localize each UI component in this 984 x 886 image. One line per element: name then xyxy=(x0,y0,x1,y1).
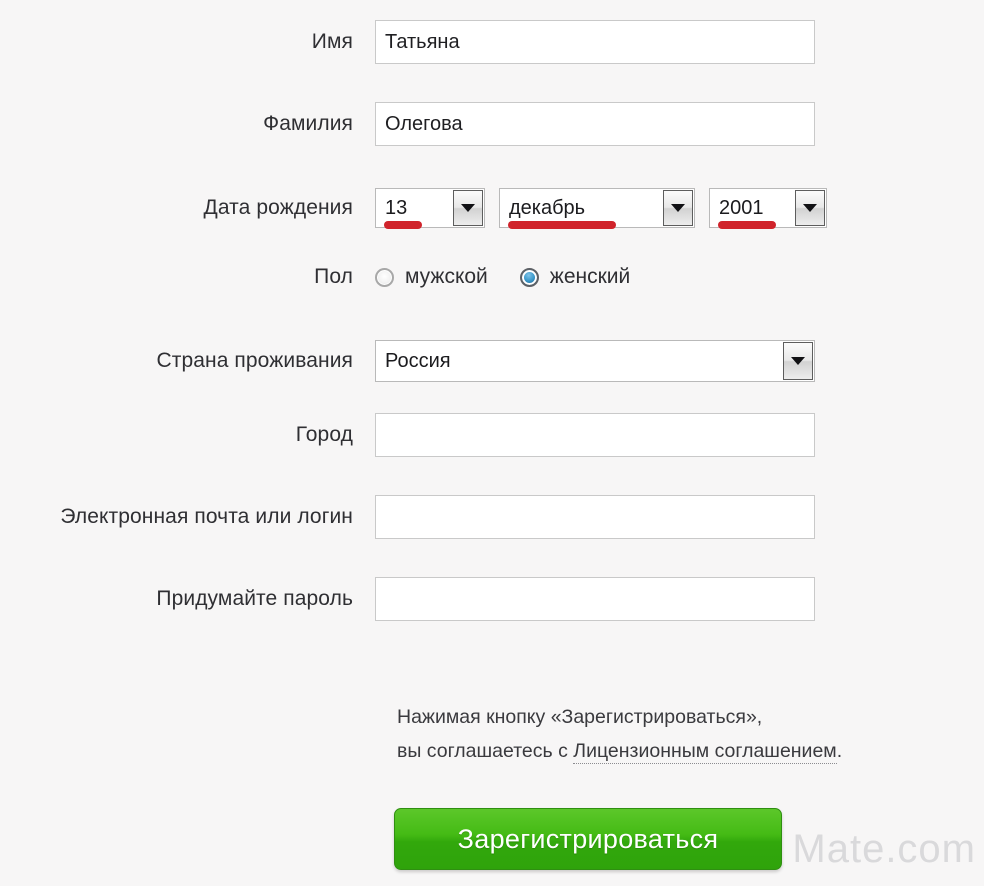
last-name-field-area xyxy=(375,102,984,146)
first-name-input[interactable] xyxy=(375,20,815,64)
birth-year-select[interactable]: 2001 xyxy=(709,188,827,229)
field-row-first-name: Имя xyxy=(0,20,984,64)
country-label: Страна проживания xyxy=(156,349,353,372)
chevron-down-icon[interactable] xyxy=(663,190,693,226)
chevron-down-icon[interactable] xyxy=(783,342,813,380)
agreement-text: Нажимая кнопку «Зарегистрироваться», вы … xyxy=(397,700,842,768)
first-name-field-area xyxy=(375,20,984,64)
gender-female-label: женский xyxy=(549,265,631,288)
chevron-down-glyph xyxy=(791,357,805,365)
birth-day-select[interactable]: 13 xyxy=(375,188,485,229)
field-row-email: Электронная почта или логин xyxy=(0,495,984,539)
gender-option-male[interactable]: мужской xyxy=(375,265,488,289)
birth-year-value: 2001 xyxy=(719,196,764,219)
email-label: Электронная почта или логин xyxy=(60,505,353,528)
field-row-city: Город xyxy=(0,413,984,457)
email-input[interactable] xyxy=(375,495,815,539)
last-name-label: Фамилия xyxy=(263,112,353,135)
birth-date-label: Дата рождения xyxy=(203,196,353,219)
agreement-line-2-suffix: . xyxy=(836,740,843,762)
radio-male[interactable] xyxy=(375,267,394,287)
password-label: Придумайте пароль xyxy=(156,587,353,610)
registration-form: Имя Фамилия Дата рождения 13 декабрь xyxy=(0,0,984,886)
agreement-line-2: вы соглашаетесь с Лицензионным соглашени… xyxy=(397,734,842,768)
gender-field-area: мужской женский xyxy=(375,265,984,289)
birth-day-annotation xyxy=(384,221,422,229)
chevron-down-glyph xyxy=(671,204,685,212)
field-row-gender: Пол мужской женский xyxy=(0,265,984,289)
chevron-down-icon[interactable] xyxy=(453,190,483,226)
register-button[interactable]: Зарегистрироваться xyxy=(394,808,782,870)
license-agreement-link[interactable]: Лицензионным соглашением xyxy=(573,740,837,764)
gender-male-label: мужской xyxy=(405,265,488,288)
password-field-area xyxy=(375,577,984,621)
password-input[interactable] xyxy=(375,577,815,621)
first-name-label: Имя xyxy=(311,30,353,53)
chevron-down-glyph xyxy=(803,204,817,212)
gender-option-female[interactable]: женский xyxy=(519,265,631,289)
field-row-last-name: Фамилия xyxy=(0,102,984,146)
agreement-line-2-prefix: вы соглашаетесь с xyxy=(397,740,574,762)
field-row-country: Страна проживания Россия xyxy=(0,340,984,382)
birth-day-value: 13 xyxy=(385,196,408,219)
email-field-area xyxy=(375,495,984,539)
chevron-down-glyph xyxy=(461,204,475,212)
last-name-input[interactable] xyxy=(375,102,815,146)
birth-date-field-area: 13 декабрь 2001 xyxy=(375,188,984,229)
birth-year-annotation xyxy=(718,221,776,229)
city-field-area xyxy=(375,413,984,457)
country-value: Россия xyxy=(385,349,451,372)
gender-radio-group: мужской женский xyxy=(375,265,662,289)
agreement-line-1: Нажимая кнопку «Зарегистрироваться», xyxy=(397,706,763,728)
birth-month-annotation xyxy=(508,221,616,229)
field-row-password: Придумайте пароль xyxy=(0,577,984,621)
birth-month-select[interactable]: декабрь xyxy=(499,188,695,229)
birth-month-value: декабрь xyxy=(509,196,586,219)
gender-label: Пол xyxy=(314,265,353,288)
chevron-down-icon[interactable] xyxy=(795,190,825,226)
country-field-area: Россия xyxy=(375,340,984,382)
radio-female[interactable] xyxy=(519,267,539,287)
city-label: Город xyxy=(295,423,353,446)
watermark: Mate.com xyxy=(792,827,976,871)
city-input[interactable] xyxy=(375,413,815,457)
country-select[interactable]: Россия xyxy=(375,340,815,382)
field-row-birth-date: Дата рождения 13 декабрь 2001 xyxy=(0,188,984,229)
